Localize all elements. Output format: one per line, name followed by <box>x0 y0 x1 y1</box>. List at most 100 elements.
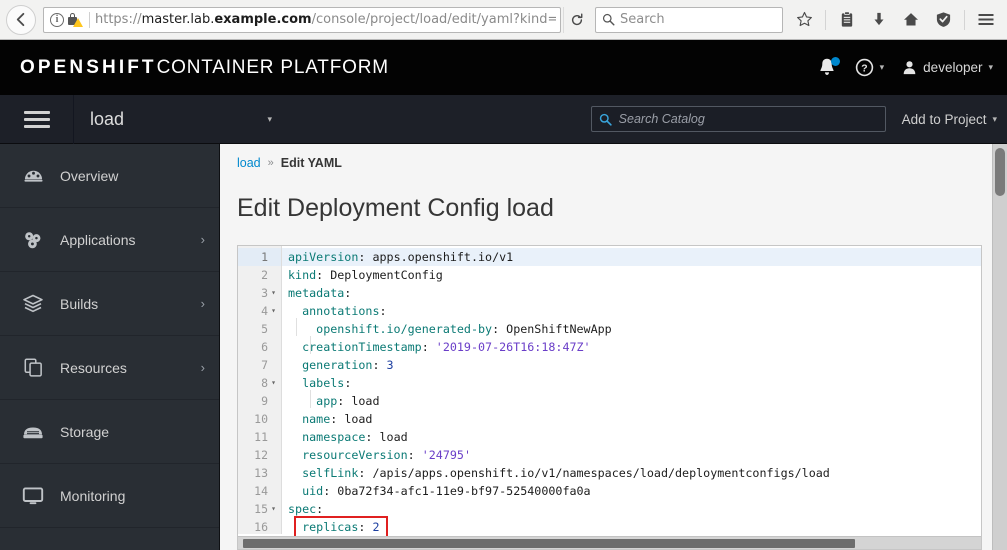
line-number: 7 <box>238 356 281 374</box>
sidebar-item-applications[interactable]: Applications › <box>0 208 219 272</box>
line-number-value: 9 <box>261 394 268 408</box>
line-number: 2 <box>238 266 281 284</box>
home-icon[interactable] <box>896 5 926 35</box>
sidebar-item-builds[interactable]: Builds › <box>0 272 219 336</box>
layers-icon <box>22 293 44 315</box>
browser-toolbar: i https://master.lab.example.com/console… <box>0 0 1007 40</box>
hamburger-menu-icon <box>23 107 50 132</box>
reload-button[interactable] <box>563 6 589 33</box>
sidebar-toggle-button[interactable] <box>0 94 74 144</box>
yaml-line: name: load <box>282 410 981 428</box>
yaml-colon: : <box>358 520 373 534</box>
line-number-value: 16 <box>254 520 268 534</box>
yaml-line: spec: <box>282 500 981 518</box>
yaml-line: generation: 3 <box>282 356 981 374</box>
sidebar-item-catalog[interactable]: Catalog <box>0 528 219 550</box>
catalog-search-input[interactable]: Search Catalog <box>590 106 886 132</box>
yaml-key: namespace <box>302 430 366 444</box>
browser-search-bar[interactable]: Search <box>595 6 783 33</box>
notification-badge-dot <box>830 56 840 66</box>
line-number-value: 15 <box>254 502 268 516</box>
sidebar-item-resources[interactable]: Resources › <box>0 336 219 400</box>
url-path: /console/project/load/edit/yaml?kind=D <box>311 12 556 27</box>
sidebar-item-overview[interactable]: Overview <box>0 144 219 208</box>
database-icon <box>22 421 44 443</box>
user-icon <box>903 61 916 75</box>
line-number: 10 <box>238 410 281 428</box>
line-number-value: 12 <box>254 448 268 462</box>
url-protocol: https:// <box>95 12 142 27</box>
yaml-line: resourceVersion: '24795' <box>282 446 981 464</box>
yaml-colon: : <box>365 430 380 444</box>
help-caret-icon: ▾ <box>879 62 885 72</box>
openshift-logo[interactable]: OPENSHIFTCONTAINER PLATFORM <box>20 57 389 79</box>
editor-hscroll-thumb[interactable] <box>243 539 855 548</box>
yaml-line: annotations: <box>282 302 981 320</box>
library-clipboard-icon[interactable] <box>832 5 862 35</box>
yaml-key: name <box>302 412 331 426</box>
sidebar-item-label: Applications <box>60 231 136 248</box>
address-bar[interactable]: i https://master.lab.example.com/console… <box>43 6 561 33</box>
breadcrumb-separator-icon: » <box>267 157 274 169</box>
url-divider <box>89 11 90 28</box>
yaml-line: creationTimestamp: '2019-07-26T16:18:47Z… <box>282 338 981 356</box>
yaml-key: replicas <box>302 520 359 534</box>
help-menu[interactable]: ? ▾ <box>855 58 885 77</box>
yaml-code-area[interactable]: apiVersion: apps.openshift.io/v1 kind: De… <box>282 246 981 534</box>
main-content: load » Edit YAML Edit Deployment Config … <box>220 144 1007 550</box>
url-domain: example.com <box>214 12 312 27</box>
yaml-value: load <box>379 430 408 444</box>
chevron-right-icon: › <box>200 232 205 247</box>
yaml-value: 0ba72f34-afc1-11e9-bf97-52540000fa0a <box>337 484 591 498</box>
sidebar-item-label: Storage <box>60 423 110 440</box>
yaml-colon: : <box>358 466 373 480</box>
url-text: https://master.lab.example.com/console/p… <box>95 12 556 27</box>
hamburger-menu-icon[interactable] <box>971 5 1001 35</box>
cubes-icon <box>22 229 44 251</box>
page-scrollbar[interactable] <box>992 144 1007 550</box>
help-circle-icon: ? <box>855 58 873 77</box>
yaml-value: load <box>351 394 380 408</box>
yaml-key: annotations <box>302 304 380 318</box>
yaml-colon: : <box>330 412 345 426</box>
downloads-arrow-icon[interactable] <box>864 5 894 35</box>
add-to-project-dropdown[interactable]: Add to Project ▾ <box>886 95 1007 144</box>
breadcrumb: load » Edit YAML <box>220 144 1007 170</box>
yaml-line: replicas: 2 <box>282 518 981 534</box>
toolbar-divider <box>825 9 826 30</box>
line-number: 4 ▾ <box>238 302 281 320</box>
yaml-key: creationTimestamp <box>302 340 422 354</box>
fold-toggle-icon[interactable]: ▾ <box>270 284 277 302</box>
line-number-value: 5 <box>261 322 268 336</box>
sidebar-item-monitoring[interactable]: Monitoring <box>0 464 219 528</box>
sidebar-item-label: Monitoring <box>60 487 126 504</box>
shield-icon[interactable] <box>928 5 958 35</box>
back-button[interactable] <box>6 4 36 35</box>
lock-warning-icon[interactable] <box>67 12 83 27</box>
catalog-search-placeholder: Search Catalog <box>618 112 705 126</box>
yaml-colon: : <box>344 286 352 300</box>
bookmark-star-icon[interactable] <box>789 5 819 35</box>
editor-horizontal-scrollbar[interactable] <box>238 536 981 549</box>
page-title: Edit Deployment Config load <box>237 194 554 222</box>
openshift-header: OPENSHIFTCONTAINER PLATFORM ? ▾ develope… <box>0 40 1007 95</box>
sidebar-item-label: Builds <box>60 295 99 312</box>
fold-toggle-icon[interactable]: ▾ <box>270 374 277 392</box>
user-menu[interactable]: developer ▾ <box>902 60 993 75</box>
page-scrollbar-thumb[interactable] <box>995 148 1005 196</box>
page-info-icon[interactable]: i <box>50 12 64 27</box>
yaml-value: apps.openshift.io/v1 <box>372 250 514 264</box>
notifications-button[interactable] <box>817 56 840 79</box>
yaml-value: 3 <box>386 358 394 372</box>
fold-toggle-icon[interactable]: ▾ <box>270 500 277 518</box>
yaml-value: '2019-07-26T16:18:47Z' <box>435 340 591 354</box>
yaml-line: selfLink: /apis/apps.openshift.io/v1/nam… <box>282 464 981 482</box>
fold-toggle-icon[interactable]: ▾ <box>270 302 277 320</box>
project-selector[interactable]: load ▾ <box>74 95 286 144</box>
breadcrumb-link-project[interactable]: load <box>237 156 261 170</box>
line-number: 1 <box>238 248 281 266</box>
logo-product: CONTAINER PLATFORM <box>156 56 389 78</box>
yaml-line: openshift.io/generated-by: OpenShiftNewA… <box>282 320 981 338</box>
yaml-editor[interactable]: 123▾4▾5678▾9101112131415▾1617 apiVersion… <box>237 245 982 550</box>
sidebar-item-storage[interactable]: Storage <box>0 400 219 464</box>
